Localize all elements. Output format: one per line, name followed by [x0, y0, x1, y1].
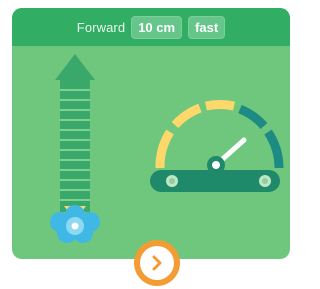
- next-button-inner: [140, 246, 174, 280]
- up-arrow-icon: [55, 54, 95, 212]
- next-button[interactable]: [134, 240, 180, 286]
- robot-icon: [50, 205, 100, 243]
- speedometer-icon: [150, 100, 284, 192]
- chevron-right-icon: [152, 255, 162, 271]
